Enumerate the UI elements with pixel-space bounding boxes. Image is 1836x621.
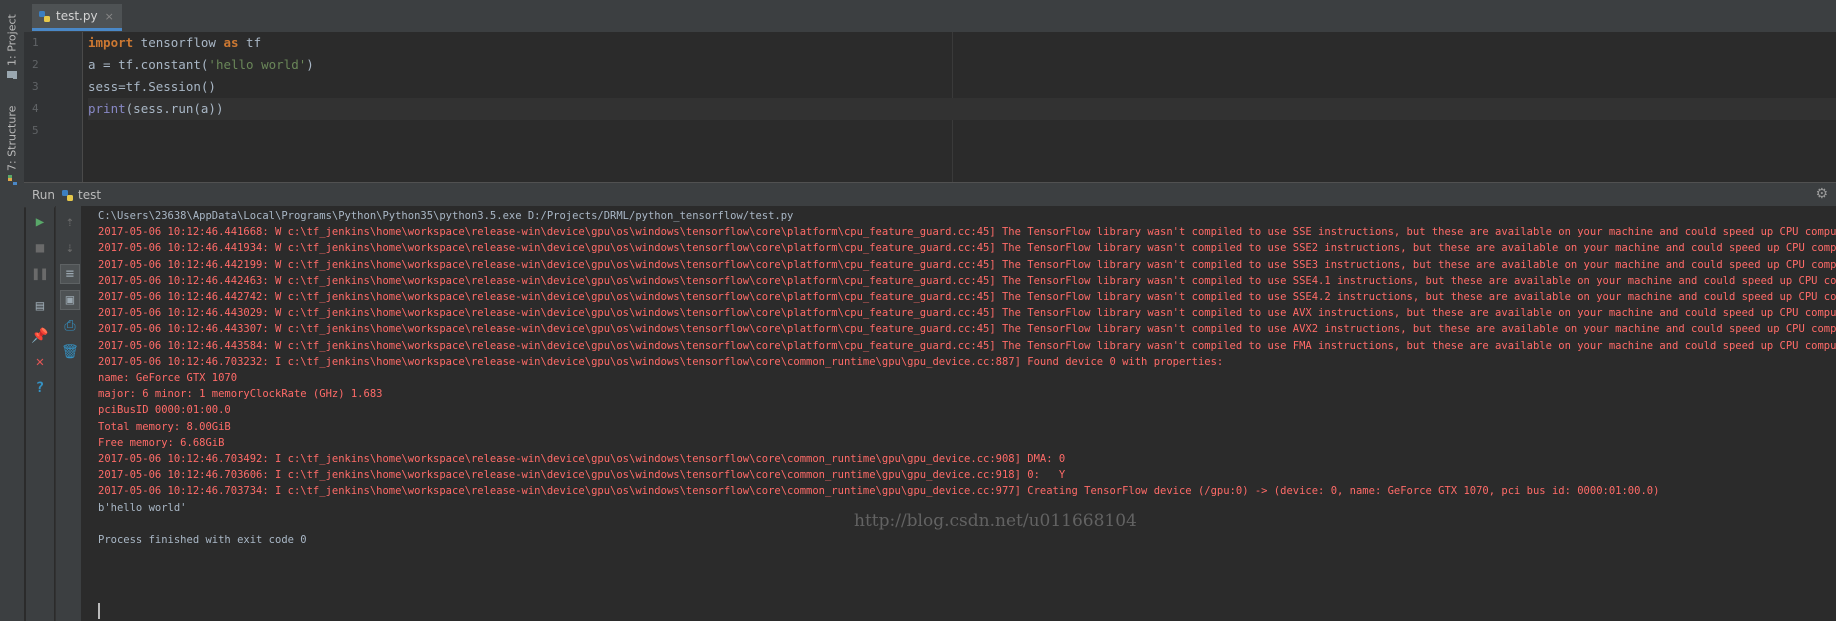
keyword-import: import — [88, 35, 134, 50]
string-literal: 'hello world' — [208, 57, 307, 72]
code-text: ) — [306, 57, 314, 72]
tab-close-icon[interactable]: × — [105, 10, 114, 23]
console-cursor — [98, 603, 100, 619]
line-number-gutter: 1 2 3 4 5 — [24, 32, 83, 182]
line-number: 2 — [32, 58, 39, 71]
run-config-tab[interactable]: test — [61, 188, 101, 202]
help-icon[interactable]: ? — [30, 378, 50, 398]
tab-filename: test.py — [56, 9, 98, 23]
code-text: sess=tf.Session() — [88, 79, 216, 94]
line-number: 4 — [32, 102, 39, 115]
console-line: 2017-05-06 10:12:46.703734: I c:\tf_jenk… — [98, 485, 1660, 498]
code-line-2[interactable]: a = tf.constant('hello world') — [88, 54, 1836, 76]
gear-icon[interactable]: ⚙ — [1815, 186, 1828, 202]
code-text: (sess.run(a)) — [125, 101, 224, 116]
scroll-to-end-icon[interactable]: ▣ — [60, 290, 80, 310]
run-panel-header: Run test ⚙ — [24, 182, 1836, 208]
line-number: 5 — [32, 124, 39, 137]
project-folder-icon — [7, 71, 17, 79]
line-number: 3 — [32, 80, 39, 93]
line-number: 1 — [32, 36, 39, 49]
run-config-name: test — [78, 188, 102, 202]
code-text: tf — [238, 35, 262, 50]
code-editor[interactable]: 1 2 3 4 5 import tensorflow as tf a = tf… — [24, 32, 1836, 182]
console-output[interactable]: C:\Users\23638\AppData\Local\Programs\Py… — [81, 206, 1836, 621]
code-text: a = tf.constant( — [88, 57, 209, 72]
keyword-as: as — [223, 35, 239, 50]
builtin-print: print — [88, 101, 126, 116]
run-toolbar-secondary: ⇡ ⇣ ≡ ▣ ⎙ 🗑 — [55, 206, 84, 621]
scroll-up-icon[interactable]: ⇡ — [60, 212, 80, 232]
code-line-4[interactable]: print(sess.run(a)) — [88, 98, 1836, 120]
structure-tool-tab[interactable]: 7: Structure — [2, 100, 22, 185]
structure-icon — [8, 175, 17, 185]
pause-button[interactable]: ❚❚ — [30, 264, 50, 284]
project-tab-label: 1: Project — [5, 14, 19, 66]
rerun-button[interactable]: ▶ — [30, 212, 50, 232]
close-icon[interactable]: ✕ — [30, 352, 50, 372]
project-tool-tab[interactable]: 1: Project — [2, 10, 22, 80]
left-tool-strip: 1: Project 7: Structure — [0, 0, 25, 621]
code-line-1[interactable]: import tensorflow as tf — [88, 32, 1836, 54]
editor-tab-bar: test.py × — [24, 0, 1836, 33]
stop-button[interactable]: ■ — [30, 238, 50, 258]
code-text: tensorflow — [133, 35, 224, 50]
tab-test-py[interactable]: test.py × — [32, 4, 122, 31]
scroll-down-icon[interactable]: ⇣ — [60, 238, 80, 258]
watermark-text: http://blog.csdn.net/u011668104 — [854, 511, 1137, 531]
soft-wrap-icon[interactable]: ≡ — [60, 264, 80, 284]
python-file-icon — [39, 10, 50, 22]
dump-threads-icon[interactable]: ▤ — [30, 296, 50, 316]
structure-tab-label: 7: Structure — [5, 105, 19, 171]
run-panel-label: Run — [32, 188, 56, 202]
code-line-3[interactable]: sess=tf.Session() — [88, 76, 1836, 98]
console-line: b'hello world' — [98, 501, 187, 514]
console-line: Process finished with exit code 0 — [98, 534, 307, 546]
print-icon[interactable]: ⎙ — [60, 316, 80, 336]
python-file-icon — [62, 189, 74, 201]
console-line: 2017-05-06 10:12:46.703232: I c:\tf_jenk… — [98, 355, 1224, 368]
pin-tab-icon[interactable]: 📌 — [30, 326, 50, 346]
run-toolbar-primary: ▶ ■ ❚❚ ▤ 📌 ✕ ? — [26, 206, 54, 621]
clear-all-icon[interactable]: 🗑 — [60, 342, 80, 362]
